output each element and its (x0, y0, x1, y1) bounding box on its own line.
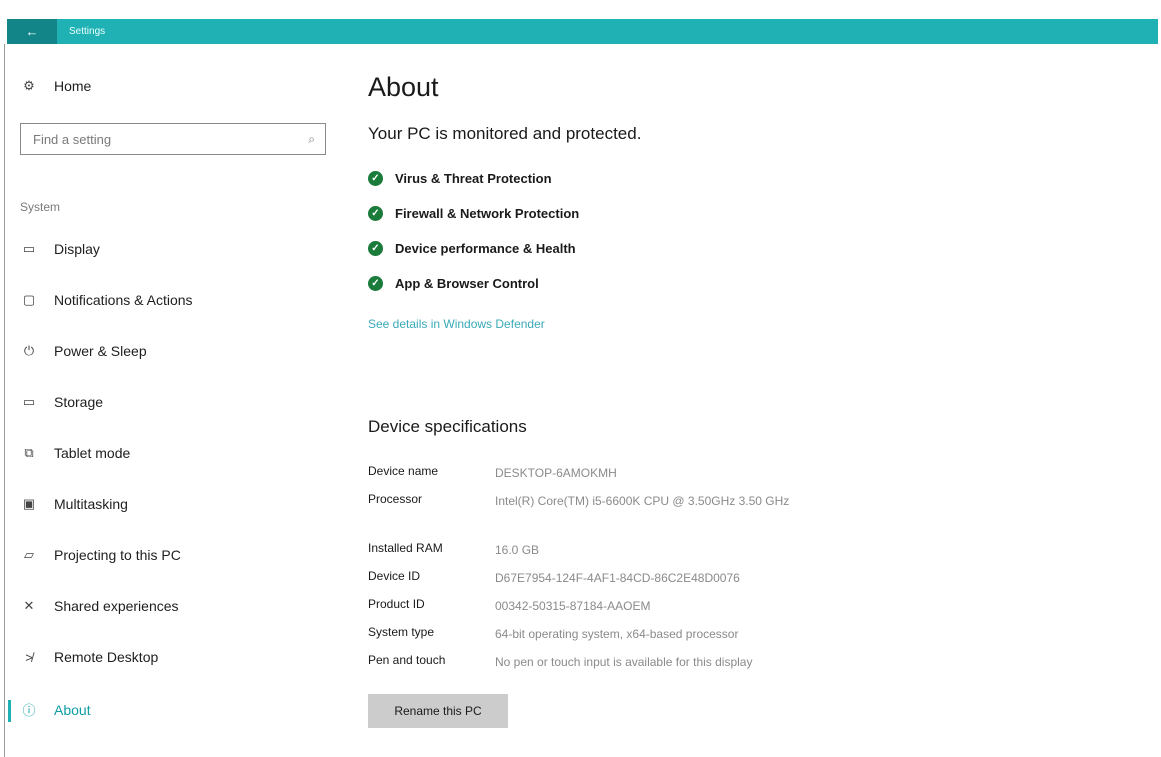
multitasking-icon: ▣ (22, 496, 36, 511)
sidebar-item-label: Projecting to this PC (54, 547, 181, 563)
spec-value: 16.0 GB (495, 543, 540, 557)
spec-row-installed-ram: Installed RAM 16.0 GB (368, 541, 855, 559)
window-title: Settings (69, 26, 106, 37)
sidebar-item-power-sleep[interactable]: ⏻ Power & Sleep (20, 343, 147, 359)
notification-icon: ▢ (22, 292, 36, 307)
spec-key: Installed RAM (368, 541, 443, 555)
sidebar-item-shared-experiences[interactable]: ✕ Shared experiences (20, 598, 179, 614)
spec-row-device-name: Device name DESKTOP-6AMOKMH (368, 464, 855, 482)
device-specifications-heading: Device specifications (368, 417, 527, 436)
info-icon: ⓘ (22, 703, 36, 718)
spec-key: Device name (368, 464, 439, 478)
sidebar-item-notifications[interactable]: ▢ Notifications & Actions (20, 292, 193, 308)
monitor-icon: ▭ (22, 241, 36, 256)
remote-desktop-icon: ≯ (25, 649, 33, 665)
tablet-mode-icon: ⧉ (24, 445, 34, 460)
sidebar-item-label: Shared experiences (54, 598, 179, 614)
sidebar-item-label: Home (54, 78, 92, 94)
checkmark-icon: ✓ (368, 171, 383, 186)
projecting-icon: ▱ (24, 547, 34, 562)
settings-window: ← Settings ⚙ Home ⌕ System ▭ Display ▢ N… (0, 0, 1161, 757)
storage-icon: ▭ (22, 394, 36, 409)
shared-experiences-icon: ✕ (23, 598, 35, 613)
rename-pc-button[interactable]: Rename this PC (368, 694, 508, 728)
sidebar-item-multitasking[interactable]: ▣ Multitasking (20, 496, 128, 512)
spec-key: Product ID (368, 597, 425, 611)
sidebar-item-projecting[interactable]: ▱ Projecting to this PC (20, 547, 181, 563)
sidebar-item-label: Display (54, 241, 100, 257)
sidebar-item-tablet-mode[interactable]: ⧉ Tablet mode (20, 445, 130, 461)
protection-item-label: Virus & Threat Protection (395, 171, 552, 186)
power-icon: ⏻ (23, 343, 35, 358)
protection-item: ✓ Virus & Threat Protection (368, 171, 552, 186)
sidebar-item-label: Multitasking (54, 496, 128, 512)
protection-item-label: Device performance & Health (395, 241, 576, 256)
spec-row-product-id: Product ID 00342-50315-87184-AAOEM (368, 597, 855, 615)
sidebar: ⚙ Home ⌕ System ▭ Display ▢ Notification… (0, 44, 340, 757)
spec-key: Device ID (368, 569, 421, 583)
checkmark-icon: ✓ (368, 276, 383, 291)
checkmark-icon: ✓ (368, 206, 383, 221)
checkmark-icon: ✓ (368, 241, 383, 256)
section-label-system: System (20, 200, 61, 214)
spec-value: No pen or touch input is available for t… (495, 655, 753, 669)
gear-icon: ⚙ (23, 78, 35, 93)
sidebar-item-label: Tablet mode (54, 445, 131, 461)
sidebar-item-label: Power & Sleep (54, 343, 147, 359)
sidebar-item-about[interactable]: ⓘ About (20, 700, 91, 719)
search-box[interactable]: ⌕ (20, 123, 326, 155)
spec-value: Intel(R) Core(TM) i5-6600K CPU @ 3.50GHz… (495, 494, 790, 508)
spec-value: 00342-50315-87184-AAOEM (495, 599, 651, 613)
title-bar: ← Settings (7, 19, 1158, 44)
back-button[interactable]: ← (7, 19, 57, 44)
sidebar-item-home[interactable]: ⚙ Home (20, 78, 91, 94)
protection-item: ✓ Firewall & Network Protection (368, 206, 579, 221)
search-input[interactable] (31, 130, 309, 148)
spec-key: System type (368, 625, 435, 639)
spec-key: Processor (368, 492, 423, 506)
protection-item-label: App & Browser Control (395, 276, 539, 291)
spec-value: DESKTOP-6AMOKMH (495, 466, 617, 480)
sidebar-item-label: Notifications & Actions (54, 292, 193, 308)
sidebar-item-label: Remote Desktop (54, 649, 159, 665)
sidebar-item-label: About (54, 701, 91, 718)
sidebar-item-display[interactable]: ▭ Display (20, 241, 100, 257)
spec-value: 64-bit operating system, x64-based proce… (495, 627, 739, 641)
spec-value: D67E7954-124F-4AF1-84CD-86C2E48D0076 (495, 571, 740, 585)
active-item-indicator (8, 700, 11, 722)
spec-row-processor: Processor Intel(R) Core(TM) i5-6600K CPU… (368, 492, 855, 510)
spec-row-device-id: Device ID D67E7954-124F-4AF1-84CD-86C2E4… (368, 569, 855, 587)
protection-item: ✓ Device performance & Health (368, 241, 576, 256)
sidebar-item-storage[interactable]: ▭ Storage (20, 394, 103, 410)
back-arrow-icon: ← (25, 24, 39, 39)
sidebar-item-remote-desktop[interactable]: ≯ Remote Desktop (20, 649, 158, 665)
protection-item: ✓ App & Browser Control (368, 276, 539, 291)
sidebar-item-label: Storage (54, 394, 104, 410)
search-icon[interactable]: ⌕ (308, 132, 315, 147)
protection-status-heading: Your PC is monitored and protected. (368, 124, 642, 143)
spec-row-pen-and-touch: Pen and touch No pen or touch input is a… (368, 653, 875, 671)
protection-item-label: Firewall & Network Protection (395, 206, 580, 221)
spec-key: Pen and touch (368, 653, 446, 667)
spec-row-system-type: System type 64-bit operating system, x64… (368, 625, 855, 643)
defender-details-link[interactable]: See details in Windows Defender (368, 317, 545, 331)
page-title: About (368, 72, 439, 102)
